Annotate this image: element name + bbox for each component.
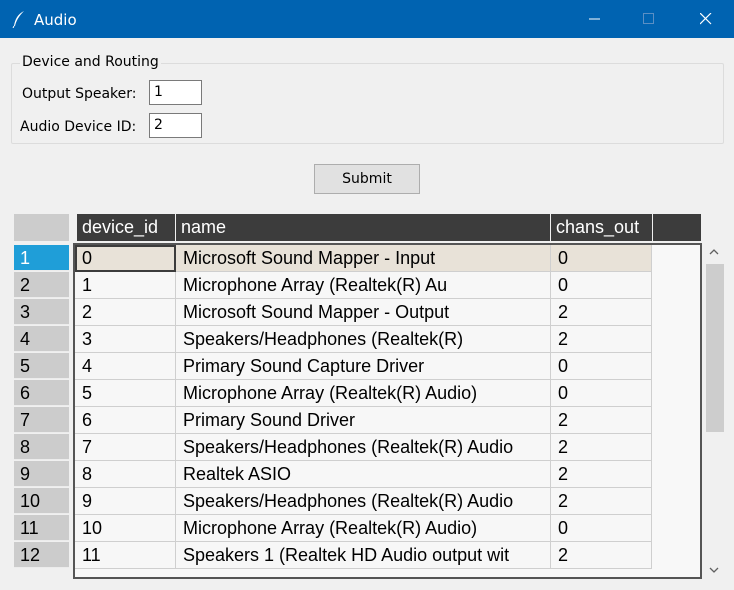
table-row[interactable]: 4 Primary Sound Capture Driver 0 (75, 353, 652, 380)
table-row[interactable]: 10 Microphone Array (Realtek(R) Audio) 0 (75, 515, 652, 542)
scrollbar-thumb[interactable] (706, 264, 724, 432)
table-row[interactable]: 0 Microsoft Sound Mapper - Input 0 (75, 245, 652, 272)
row-index-cell[interactable]: 5 (14, 353, 69, 379)
table-row[interactable]: 2 Microsoft Sound Mapper - Output 2 (75, 299, 652, 326)
row-index-cell[interactable]: 8 (14, 434, 69, 460)
scroll-down-arrow-icon (709, 567, 719, 573)
table-row[interactable]: 8 Realtek ASIO 2 (75, 461, 652, 488)
cell-name[interactable]: Realtek ASIO (176, 461, 551, 488)
row-index-cell[interactable]: 11 (14, 515, 69, 541)
cell-device-id[interactable]: 9 (75, 488, 176, 515)
group-title: Device and Routing (20, 54, 161, 70)
cell-name[interactable]: Speakers/Headphones (Realtek(R) Audio (176, 488, 551, 515)
table-row[interactable]: 11 Speakers 1 (Realtek HD Audio output wi… (75, 542, 652, 569)
cell-device-id[interactable]: 11 (75, 542, 176, 569)
cell-device-id[interactable]: 6 (75, 407, 176, 434)
cell-device-id[interactable]: 5 (75, 380, 176, 407)
cell-device-id[interactable]: 10 (75, 515, 176, 542)
table-row[interactable]: 9 Speakers/Headphones (Realtek(R) Audio 2 (75, 488, 652, 515)
cell-name[interactable]: Primary Sound Capture Driver (176, 353, 551, 380)
cell-name[interactable]: Primary Sound Driver (176, 407, 551, 434)
close-button[interactable] (683, 0, 729, 38)
output-speaker-label: Output Speaker: (22, 86, 137, 102)
cell-device-id[interactable]: 1 (75, 272, 176, 299)
row-index-cell[interactable]: 12 (14, 542, 69, 568)
row-index-cell[interactable]: 4 (14, 326, 69, 352)
cell-chans-out[interactable]: 2 (551, 461, 652, 488)
cell-device-id[interactable]: 0 (75, 245, 176, 272)
column-header-filler (653, 214, 701, 241)
cell-chans-out[interactable]: 2 (551, 326, 652, 353)
minimize-icon (589, 18, 600, 20)
cell-chans-out[interactable]: 2 (551, 407, 652, 434)
cell-chans-out[interactable]: 2 (551, 434, 652, 461)
table-row[interactable]: 1 Microphone Array (Realtek(R) Au 0 (75, 272, 652, 299)
cell-device-id[interactable]: 3 (75, 326, 176, 353)
scroll-down-button[interactable] (703, 561, 725, 579)
cell-device-id[interactable]: 2 (75, 299, 176, 326)
cell-device-id[interactable]: 7 (75, 434, 176, 461)
cell-chans-out[interactable]: 0 (551, 272, 652, 299)
cell-name[interactable]: Microphone Array (Realtek(R) Audio) (176, 380, 551, 407)
cell-name[interactable]: Microphone Array (Realtek(R) Audio) (176, 515, 551, 542)
close-icon (700, 13, 712, 25)
table-row[interactable]: 6 Primary Sound Driver 2 (75, 407, 652, 434)
row-index-cell[interactable]: 1 (14, 245, 69, 271)
cell-name[interactable]: Speakers/Headphones (Realtek(R) (176, 326, 551, 353)
row-index-cell[interactable]: 6 (14, 380, 69, 406)
cell-chans-out[interactable]: 2 (551, 299, 652, 326)
title-bar: Audio (0, 0, 734, 38)
maximize-icon (643, 13, 654, 24)
cell-chans-out[interactable]: 2 (551, 542, 652, 569)
row-index-cell[interactable]: 10 (14, 488, 69, 514)
vertical-scrollbar[interactable] (703, 243, 725, 579)
column-header-device-id[interactable]: device_id (77, 214, 175, 241)
column-header-chans-out[interactable]: chans_out (551, 214, 652, 241)
maximize-button[interactable] (626, 0, 672, 38)
cell-name[interactable]: Microphone Array (Realtek(R) Au (176, 272, 551, 299)
window-title: Audio (34, 11, 77, 29)
output-speaker-input[interactable]: 1 (149, 80, 202, 105)
row-index-cell[interactable]: 9 (14, 461, 69, 487)
row-index-cell[interactable]: 3 (14, 299, 69, 325)
data-table[interactable]: 0 Microsoft Sound Mapper - Input 0 1 Microph… (73, 243, 702, 579)
cell-name[interactable]: Microsoft Sound Mapper - Output (176, 299, 551, 326)
cell-chans-out[interactable]: 0 (551, 245, 652, 272)
table-row[interactable]: 7 Speakers/Headphones (Realtek(R) Audio 2 (75, 434, 652, 461)
submit-button[interactable]: Submit (314, 164, 420, 194)
scroll-up-arrow-icon (709, 249, 719, 255)
cell-chans-out[interactable]: 0 (551, 380, 652, 407)
audio-device-id-label: Audio Device ID: (20, 119, 137, 135)
row-index-cell[interactable]: 2 (14, 272, 69, 298)
cell-device-id[interactable]: 8 (75, 461, 176, 488)
cell-chans-out[interactable]: 0 (551, 353, 652, 380)
row-index-cell[interactable]: 7 (14, 407, 69, 433)
column-header-name[interactable]: name (176, 214, 550, 241)
feather-icon (12, 10, 26, 29)
minimize-button[interactable] (572, 0, 618, 38)
cell-chans-out[interactable]: 2 (551, 488, 652, 515)
table-row[interactable]: 5 Microphone Array (Realtek(R) Audio) 0 (75, 380, 652, 407)
cell-device-id[interactable]: 4 (75, 353, 176, 380)
audio-device-id-input[interactable]: 2 (149, 113, 202, 138)
cell-name[interactable]: Speakers 1 (Realtek HD Audio output wit (176, 542, 551, 569)
cell-name[interactable]: Speakers/Headphones (Realtek(R) Audio (176, 434, 551, 461)
cell-chans-out[interactable]: 0 (551, 515, 652, 542)
cell-name[interactable]: Microsoft Sound Mapper - Input (176, 245, 551, 272)
table-row[interactable]: 3 Speakers/Headphones (Realtek(R) 2 (75, 326, 652, 353)
header-corner (14, 214, 69, 241)
scroll-up-button[interactable] (703, 243, 725, 261)
